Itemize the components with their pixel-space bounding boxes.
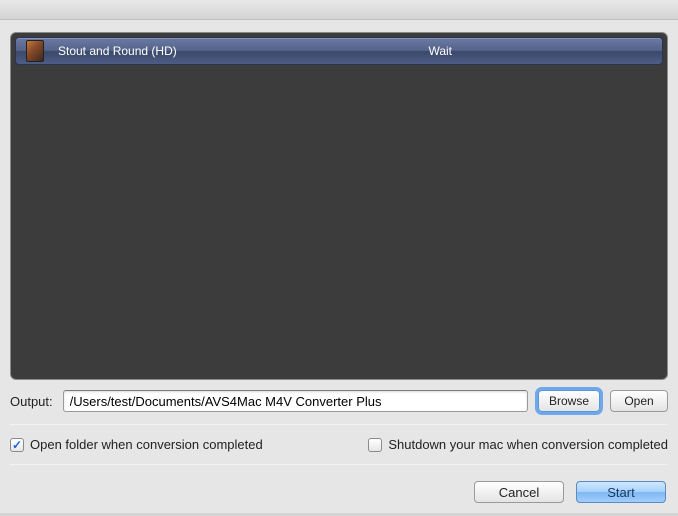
shutdown-label: Shutdown your mac when conversion comple… — [388, 437, 668, 452]
dialog-panel: Stout and Round (HD) Wait Output: Browse… — [0, 20, 678, 513]
queue-item-title: Stout and Round (HD) — [58, 44, 177, 58]
output-label: Output: — [10, 394, 53, 409]
window-titlebar — [0, 0, 678, 20]
open-folder-option[interactable]: Open folder when conversion completed — [10, 437, 263, 452]
queue-item-status: Wait — [428, 44, 662, 58]
divider — [10, 424, 668, 425]
open-folder-checkbox[interactable] — [10, 438, 24, 452]
footer-row: Cancel Start — [10, 477, 668, 509]
start-button[interactable]: Start — [576, 481, 666, 503]
shutdown-option[interactable]: Shutdown your mac when conversion comple… — [368, 437, 668, 452]
divider — [10, 464, 668, 465]
output-row: Output: Browse Open — [10, 390, 668, 412]
conversion-queue: Stout and Round (HD) Wait — [10, 32, 668, 380]
queue-item[interactable]: Stout and Round (HD) Wait — [15, 37, 663, 65]
open-button[interactable]: Open — [610, 390, 668, 412]
shutdown-checkbox[interactable] — [368, 438, 382, 452]
open-folder-label: Open folder when conversion completed — [30, 437, 263, 452]
options-row: Open folder when conversion completed Sh… — [10, 437, 668, 452]
cancel-button[interactable]: Cancel — [474, 481, 564, 503]
output-path-input[interactable] — [63, 390, 528, 412]
browse-button[interactable]: Browse — [538, 390, 600, 412]
video-thumbnail-icon — [26, 40, 44, 62]
